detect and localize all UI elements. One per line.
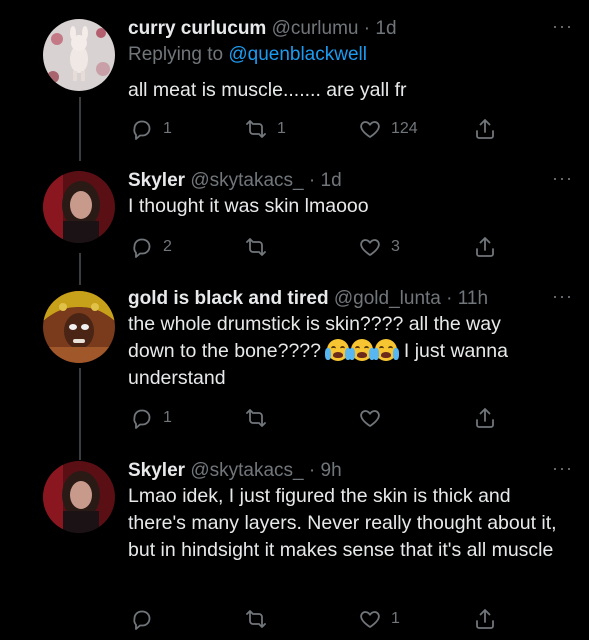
tweet-actions: 1 1 124 bbox=[128, 115, 508, 143]
tweet-text: I thought it was skin lmaooo bbox=[128, 195, 369, 217]
reply-button[interactable]: 1 bbox=[130, 115, 172, 143]
retweet-button[interactable] bbox=[244, 233, 277, 261]
retweet-button[interactable] bbox=[244, 404, 277, 432]
share-button[interactable] bbox=[473, 605, 497, 633]
avatar[interactable] bbox=[43, 19, 115, 91]
separator-dot: · bbox=[363, 18, 371, 39]
tweet-text-line: I just wanna bbox=[403, 340, 508, 362]
tweet-header: Skyler @skytakacs_ · 1d bbox=[128, 169, 569, 193]
like-button[interactable]: 124 bbox=[358, 115, 418, 143]
like-count: 3 bbox=[391, 238, 400, 255]
avatar-image bbox=[43, 461, 115, 533]
more-options-button[interactable]: ··· bbox=[552, 17, 573, 35]
reply-mention-link[interactable]: @quenblackwell bbox=[228, 44, 367, 65]
display-name[interactable]: gold is black and tired bbox=[128, 288, 329, 309]
tweet-header: curry curlucum @curlumu · 1d bbox=[128, 17, 569, 41]
handle[interactable]: @curlumu bbox=[272, 18, 359, 39]
avatar[interactable] bbox=[43, 461, 115, 533]
timestamp[interactable]: 11h bbox=[458, 288, 488, 309]
handle[interactable]: @skytakacs_ bbox=[190, 170, 303, 191]
reply-count: 2 bbox=[163, 238, 172, 255]
separator-dot: · bbox=[446, 288, 453, 309]
retweet-count: 1 bbox=[277, 120, 286, 137]
timestamp[interactable]: 1d bbox=[375, 18, 396, 39]
share-icon bbox=[476, 119, 494, 139]
loudly-crying-face-emoji-icon bbox=[373, 339, 400, 361]
heart-icon bbox=[360, 239, 380, 256]
tweet-header: gold is black and tired @gold_lunta · 11… bbox=[128, 287, 569, 311]
reply-prefix: Replying to bbox=[128, 44, 224, 65]
handle[interactable]: @skytakacs_ bbox=[190, 460, 303, 481]
thread-line bbox=[79, 253, 81, 285]
share-button[interactable] bbox=[473, 115, 497, 143]
thread-line bbox=[79, 97, 81, 161]
reply-context: Replying to @quenblackwell bbox=[128, 43, 569, 67]
reply-button[interactable] bbox=[130, 605, 163, 633]
like-button[interactable] bbox=[358, 404, 391, 432]
retweet-icon bbox=[246, 610, 266, 628]
display-name[interactable]: Skyler bbox=[128, 170, 185, 191]
separator-dot: · bbox=[308, 460, 316, 481]
tweet-text-line: understand bbox=[128, 367, 226, 389]
separator-dot: · bbox=[308, 170, 316, 191]
timestamp[interactable]: 1d bbox=[321, 170, 342, 191]
like-count: 124 bbox=[391, 120, 418, 137]
loudly-crying-face-emoji-icon bbox=[325, 339, 352, 361]
loudly-crying-face-emoji-icon bbox=[349, 339, 376, 361]
reply-button[interactable]: 1 bbox=[130, 404, 172, 432]
like-count: 1 bbox=[391, 610, 400, 627]
tweet-text: all meat is muscle....... are yall fr bbox=[128, 79, 407, 101]
heart-icon bbox=[360, 611, 380, 628]
share-button[interactable] bbox=[473, 404, 497, 432]
reply-icon bbox=[133, 610, 151, 630]
tweet-actions: 1 bbox=[128, 404, 508, 432]
retweet-icon bbox=[246, 238, 266, 256]
share-button[interactable] bbox=[473, 233, 497, 261]
reply-count: 1 bbox=[163, 120, 172, 137]
tweet-text-line: down to the bone???? bbox=[128, 340, 322, 362]
like-button[interactable]: 3 bbox=[358, 233, 400, 261]
avatar[interactable] bbox=[43, 171, 115, 243]
tweet-text: the whole drumstick is skin???? all the … bbox=[128, 311, 569, 392]
tweet-text: Lmao idek, I just figured the skin is th… bbox=[128, 485, 557, 561]
retweet-icon bbox=[246, 120, 266, 138]
more-options-button[interactable]: ··· bbox=[552, 459, 573, 477]
retweet-icon bbox=[246, 409, 266, 427]
thread-line bbox=[79, 368, 81, 460]
tweet-actions: 2 3 bbox=[128, 233, 508, 261]
heart-icon bbox=[360, 121, 380, 138]
more-options-button[interactable]: ··· bbox=[552, 287, 573, 305]
tweet-header: Skyler @skytakacs_ · 9h bbox=[128, 459, 569, 483]
timestamp[interactable]: 9h bbox=[321, 460, 342, 481]
avatar-image bbox=[43, 171, 115, 243]
reply-button[interactable]: 2 bbox=[130, 233, 172, 261]
avatar-image bbox=[43, 291, 115, 363]
handle[interactable]: @gold_lunta bbox=[334, 288, 441, 309]
reply-icon bbox=[133, 409, 151, 429]
tweet-actions: 1 bbox=[128, 605, 508, 633]
like-button[interactable]: 1 bbox=[358, 605, 400, 633]
retweet-button[interactable]: 1 bbox=[244, 115, 286, 143]
share-icon bbox=[476, 408, 494, 428]
share-icon bbox=[476, 609, 494, 629]
avatar-image bbox=[43, 19, 115, 91]
avatar[interactable] bbox=[43, 291, 115, 363]
retweet-button[interactable] bbox=[244, 605, 277, 633]
share-icon bbox=[476, 237, 494, 257]
reply-count: 1 bbox=[163, 409, 172, 426]
reply-icon bbox=[133, 120, 151, 140]
display-name[interactable]: Skyler bbox=[128, 460, 185, 481]
display-name[interactable]: curry curlucum bbox=[128, 18, 266, 39]
tweet-text-line: the whole drumstick is skin???? all the … bbox=[128, 313, 501, 335]
more-options-button[interactable]: ··· bbox=[552, 169, 573, 187]
heart-icon bbox=[360, 410, 380, 427]
reply-icon bbox=[133, 238, 151, 258]
